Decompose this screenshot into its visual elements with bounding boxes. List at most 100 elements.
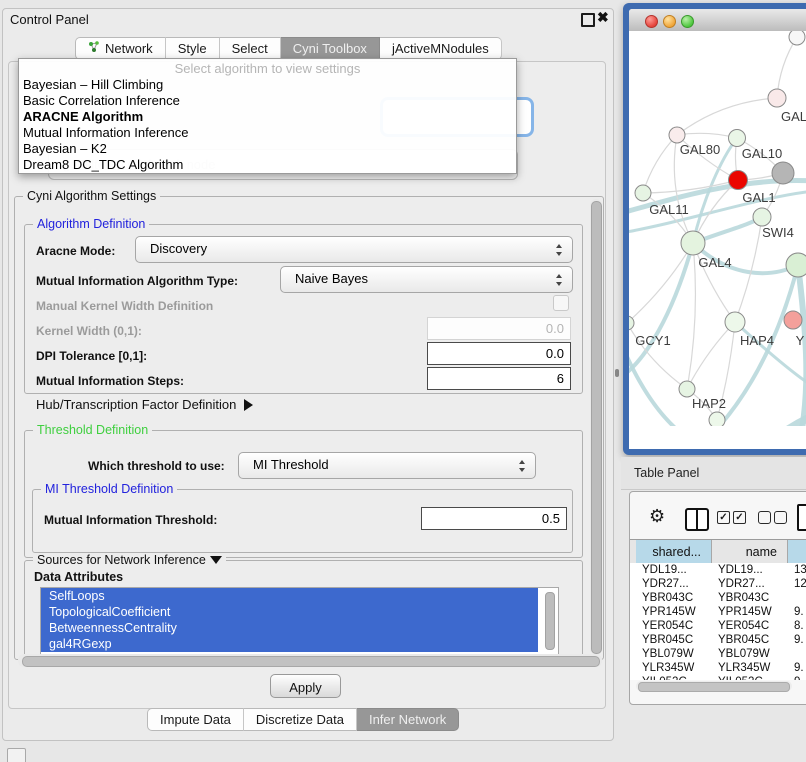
network-node-gal-pink[interactable] bbox=[768, 89, 786, 107]
table-row[interactable]: YBL079WYBL079W bbox=[630, 647, 806, 661]
attribute-item-gal4rgexp[interactable]: gal4RGexp bbox=[41, 636, 538, 652]
network-edge[interactable] bbox=[629, 243, 693, 323]
network-node-n-top[interactable] bbox=[789, 31, 805, 45]
node-label-GAL11: GAL11 bbox=[649, 202, 689, 217]
network-edge[interactable] bbox=[677, 133, 737, 138]
table-cell: 9. bbox=[794, 633, 804, 647]
network-edge[interactable] bbox=[677, 98, 777, 135]
mac-zoom-button[interactable] bbox=[681, 15, 694, 28]
network-edge[interactable] bbox=[643, 135, 677, 193]
splitter-handle[interactable] bbox=[615, 369, 619, 377]
network-node-gray-node[interactable] bbox=[772, 162, 794, 184]
mi-threshold-label: Mutual Information Threshold: bbox=[44, 513, 217, 527]
mi-algorithm-type-combobox[interactable]: Naive Bayes bbox=[280, 266, 573, 293]
mi-steps-label: Mutual Information Steps: bbox=[36, 374, 184, 388]
column-header-name[interactable]: name bbox=[712, 540, 788, 564]
apply-button[interactable]: Apply bbox=[270, 674, 341, 698]
close-icon[interactable]: ✖ bbox=[597, 9, 609, 26]
table-body: YDL19...YDL19...13YDR27...YDR27...12YBR0… bbox=[630, 563, 806, 680]
column-header-3[interactable] bbox=[788, 540, 806, 564]
table-row[interactable]: YBR043CYBR043C bbox=[630, 591, 806, 605]
table-row[interactable]: YLR345WYLR345W9. bbox=[630, 661, 806, 675]
network-node-n-bottom[interactable] bbox=[709, 412, 725, 426]
table-row[interactable]: YIL052CYIL052C9. bbox=[630, 675, 806, 680]
unchecked-checkbox-icon[interactable] bbox=[758, 511, 771, 524]
scrollbar-thumb[interactable] bbox=[638, 682, 790, 692]
network-node-GAL10[interactable] bbox=[729, 130, 746, 147]
network-node-GAL4[interactable] bbox=[681, 231, 705, 255]
settings-vertical-scrollbar[interactable] bbox=[590, 199, 602, 655]
network-node-pink-Y[interactable] bbox=[784, 311, 802, 329]
scrollbar-thumb[interactable] bbox=[591, 201, 602, 654]
tab-select[interactable]: Select bbox=[220, 37, 281, 60]
manual-kernel-width-checkbox[interactable] bbox=[553, 295, 569, 311]
settings-horizontal-scrollbar[interactable] bbox=[18, 654, 602, 667]
sources-legend[interactable]: Sources for Network Inference bbox=[33, 553, 226, 567]
network-canvas[interactable]: GALGAL80GAL10GAL1GAL11SWI4GAL4GCY1HAP4YH… bbox=[629, 31, 806, 426]
algorithm-option-basic-correlation-inference[interactable]: Basic Correlation Inference bbox=[19, 93, 516, 109]
attribute-item-selfloops[interactable]: SelfLoops bbox=[41, 588, 538, 604]
column-header-shared[interactable]: shared... bbox=[636, 540, 712, 564]
list-scrollbar-thumb[interactable] bbox=[545, 592, 555, 650]
columns-icon[interactable] bbox=[685, 508, 709, 531]
network-edge-thick[interactable] bbox=[769, 415, 806, 426]
table-mode-icon[interactable] bbox=[797, 504, 806, 531]
tab-network[interactable]: Network bbox=[75, 37, 166, 60]
gear-icon[interactable]: ⚙ bbox=[649, 506, 665, 527]
node-label-SWI4: SWI4 bbox=[762, 225, 794, 240]
scrollbar-thumb[interactable] bbox=[22, 656, 600, 667]
attribute-item-betweennesscentrality[interactable]: BetweennessCentrality bbox=[41, 620, 538, 636]
table-row[interactable]: YDL19...YDL19...13 bbox=[630, 563, 806, 577]
network-node-HAP4[interactable] bbox=[725, 312, 745, 332]
mi-threshold-field[interactable] bbox=[421, 507, 567, 530]
network-edge[interactable] bbox=[777, 37, 797, 98]
tab-style[interactable]: Style bbox=[166, 37, 220, 60]
table-horizontal-scrollbar[interactable] bbox=[636, 681, 792, 691]
algorithm-option-aracne-algorithm[interactable]: ARACNE Algorithm bbox=[19, 109, 516, 125]
checked-checkbox-icon[interactable]: ✓ bbox=[733, 511, 746, 524]
algorithm-option-bayesian-hill-climbing[interactable]: Bayesian – Hill Climbing bbox=[19, 77, 516, 93]
network-node-GAL1[interactable] bbox=[729, 171, 748, 190]
mac-minimize-button[interactable] bbox=[663, 15, 676, 28]
float-window-icon[interactable] bbox=[581, 13, 595, 27]
table-cell: 9. bbox=[794, 675, 804, 680]
corner-widget[interactable] bbox=[7, 748, 26, 762]
dpi-tolerance-field[interactable] bbox=[427, 342, 571, 365]
network-node-big-right[interactable] bbox=[786, 253, 806, 277]
mi-steps-field[interactable] bbox=[427, 367, 571, 390]
data-attributes-list[interactable]: SelfLoopsTopologicalCoefficientBetweenne… bbox=[40, 587, 559, 655]
table-cell: 8. bbox=[794, 619, 804, 633]
network-edge-thick[interactable] bbox=[629, 243, 693, 377]
network-node-HAP2[interactable] bbox=[679, 381, 695, 397]
algorithm-option-bayesian-k2[interactable]: Bayesian – K2 bbox=[19, 141, 516, 157]
table-row[interactable]: YDR27...YDR27...12 bbox=[630, 577, 806, 591]
tab-cyni-toolbox[interactable]: Cyni Toolbox bbox=[281, 37, 380, 60]
tab-discretize-data[interactable]: Discretize Data bbox=[244, 708, 357, 731]
table-cell: 9. bbox=[794, 605, 804, 619]
unchecked-checkbox-icon[interactable] bbox=[774, 511, 787, 524]
tab-infer-network[interactable]: Infer Network bbox=[357, 708, 459, 731]
checked-checkbox-icon[interactable]: ✓ bbox=[717, 511, 730, 524]
hub-definition-toggle[interactable]: Hub/Transcription Factor Definition bbox=[36, 397, 253, 412]
kernel-width-field[interactable] bbox=[427, 317, 571, 340]
mac-close-button[interactable] bbox=[645, 15, 658, 28]
combo-spinner-icon bbox=[519, 460, 526, 472]
algorithm-option-dream8-dc-tdc-algorithm[interactable]: Dream8 DC_TDC Algorithm bbox=[19, 157, 516, 173]
tab-impute-data[interactable]: Impute Data bbox=[147, 708, 244, 731]
table-cell: YBR043C bbox=[642, 591, 693, 605]
aracne-mode-label: Aracne Mode: bbox=[36, 244, 115, 258]
node-label-GCY1: GCY1 bbox=[635, 333, 670, 348]
network-node-SWI4[interactable] bbox=[753, 208, 771, 226]
network-edge-thick[interactable] bbox=[735, 322, 806, 387]
tab-label: Network bbox=[105, 38, 153, 59]
tab-jactivemnodules[interactable]: jActiveMNodules bbox=[380, 37, 502, 60]
which-threshold-combobox[interactable]: MI Threshold bbox=[238, 452, 536, 479]
network-node-GAL80[interactable] bbox=[669, 127, 685, 143]
table-row[interactable]: YBR045CYBR045C9. bbox=[630, 633, 806, 647]
network-node-GAL11[interactable] bbox=[635, 185, 651, 201]
attribute-item-topologicalcoefficient[interactable]: TopologicalCoefficient bbox=[41, 604, 538, 620]
aracne-mode-combobox[interactable]: Discovery bbox=[135, 236, 573, 263]
algorithm-option-mutual-information-inference[interactable]: Mutual Information Inference bbox=[19, 125, 516, 141]
table-row[interactable]: YER054CYER054C8. bbox=[630, 619, 806, 633]
table-row[interactable]: YPR145WYPR145W9. bbox=[630, 605, 806, 619]
